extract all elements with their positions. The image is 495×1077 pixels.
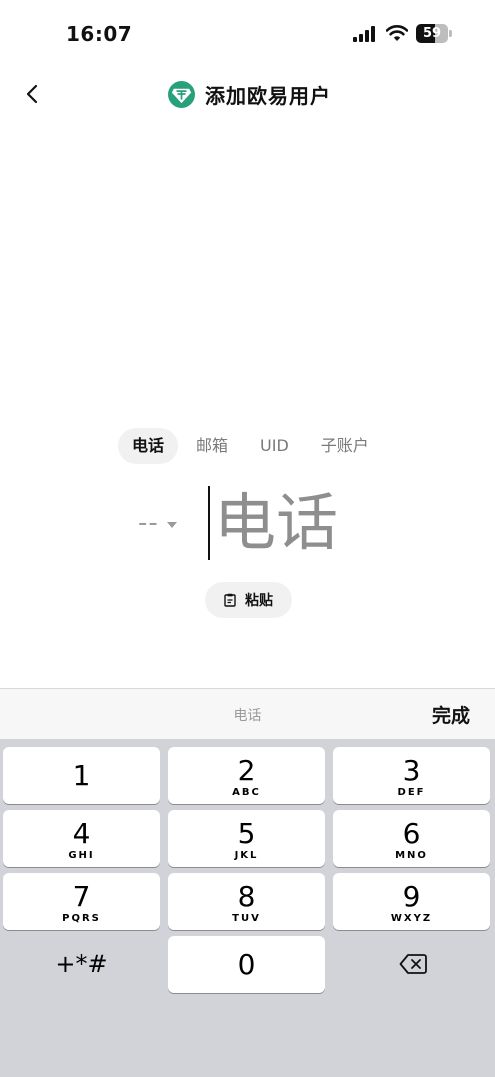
battery-icon: 59 (416, 24, 452, 43)
key-digit: 1 (72, 759, 91, 792)
key-9[interactable]: 9 WXYZ (333, 873, 490, 930)
country-code-value: -- (138, 508, 159, 538)
wifi-icon (386, 25, 408, 41)
status-bar: 16:07 59 (0, 0, 495, 70)
key-7[interactable]: 7 PQRS (3, 873, 160, 930)
key-digit: 6 (402, 817, 421, 850)
back-button[interactable] (16, 78, 48, 110)
key-1[interactable]: 1 (3, 747, 160, 804)
caret-down-icon (166, 522, 177, 528)
contact-type-tabs: 电话 邮箱 UID 子账户 (118, 428, 387, 464)
key-letters: TUV (232, 913, 261, 924)
key-8[interactable]: 8 TUV (168, 873, 325, 930)
key-digit: 9 (402, 880, 421, 913)
key-6[interactable]: 6 MNO (333, 810, 490, 867)
tab-phone[interactable]: 电话 (118, 428, 179, 464)
text-cursor (208, 486, 210, 560)
key-3[interactable]: 3 DEF (333, 747, 490, 804)
title-group: 添加欧易用户 (168, 80, 331, 108)
tab-uid[interactable]: UID (246, 428, 303, 464)
key-letters: MNO (395, 850, 428, 861)
key-letters: WXYZ (390, 913, 433, 924)
tab-email[interactable]: 邮箱 (182, 428, 242, 464)
nav-header: 添加欧易用户 (0, 70, 495, 116)
key-digit: 0 (237, 948, 256, 981)
key-digit: 4 (72, 817, 91, 850)
keyboard-accessory-bar: 电话 完成 (0, 688, 495, 739)
battery-percent: 59 (422, 26, 442, 41)
key-digit: 8 (237, 880, 256, 913)
chevron-left-icon (26, 84, 38, 104)
accessory-field-label: 电话 (233, 708, 262, 724)
key-5[interactable]: 5 JKL (168, 810, 325, 867)
tether-logo-icon (168, 80, 195, 108)
key-letters: DEF (397, 787, 426, 798)
paste-button[interactable]: 粘贴 (205, 582, 292, 618)
status-time: 16:07 (66, 22, 133, 46)
key-letters: ABC (232, 787, 261, 798)
delete-key[interactable] (333, 936, 490, 993)
key-digit: 5 (237, 817, 256, 850)
country-code-select[interactable]: -- (138, 506, 190, 540)
numeric-keypad: 1 2 ABC 3 DEF 4 GHI 5 JKL 6 MNO 7 PQRS 8… (0, 739, 495, 1077)
key-digit: 3 (402, 754, 421, 787)
key-4[interactable]: 4 GHI (3, 810, 160, 867)
key-digit: 2 (237, 754, 256, 787)
key-letters: GHI (68, 850, 95, 861)
key-0[interactable]: 0 (168, 936, 325, 993)
cellular-signal-icon (353, 26, 377, 42)
backspace-icon (399, 954, 427, 974)
key-letters: JKL (234, 850, 259, 861)
clipboard-icon (224, 593, 236, 607)
key-symbols[interactable]: +*# (3, 936, 160, 993)
paste-label: 粘贴 (245, 593, 273, 609)
done-button[interactable]: 完成 (432, 701, 470, 728)
phone-input[interactable]: 电话 (206, 484, 406, 562)
phone-placeholder: 电话 (214, 486, 339, 559)
key-2[interactable]: 2 ABC (168, 747, 325, 804)
key-letters: PQRS (62, 913, 101, 924)
tab-sub-account[interactable]: 子账户 (307, 428, 383, 464)
page-title: 添加欧易用户 (205, 83, 331, 108)
key-digit: 7 (72, 880, 91, 913)
